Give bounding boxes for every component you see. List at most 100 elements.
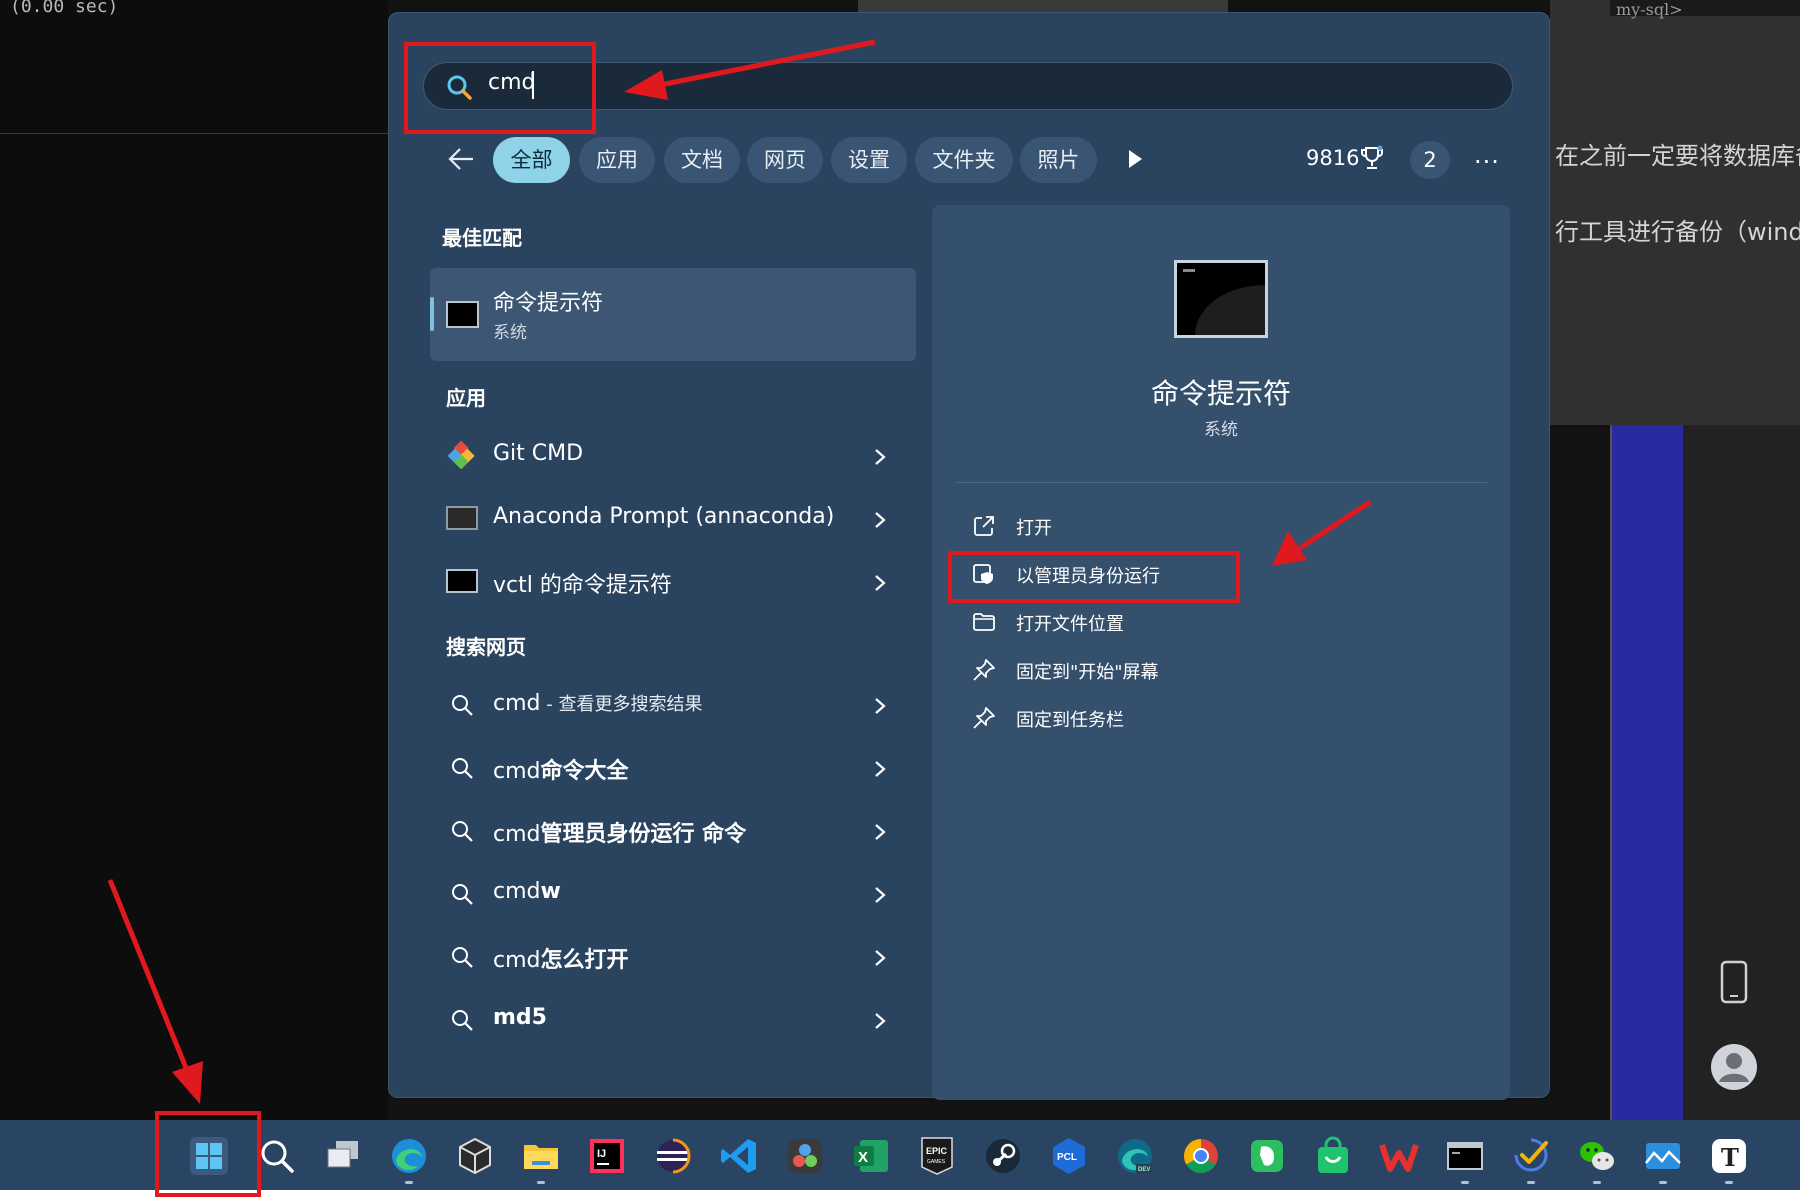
svg-text:DEV: DEV — [1138, 1167, 1150, 1173]
todo-icon[interactable] — [1510, 1135, 1552, 1177]
chevron-right-icon[interactable] — [872, 884, 888, 906]
trophy-icon[interactable] — [1360, 145, 1384, 171]
action-label: 打开 — [1016, 518, 1052, 539]
pin-icon — [973, 659, 995, 681]
chevron-right-icon[interactable] — [872, 509, 888, 531]
open-external-icon — [974, 516, 994, 536]
annotation-box-run-as-admin — [948, 551, 1240, 603]
section-web-search: 搜索网页 — [446, 635, 526, 659]
console-divider — [0, 133, 388, 134]
search-icon — [452, 884, 473, 905]
list-item-label: Git CMD — [493, 441, 584, 466]
list-item-label: Anaconda Prompt (annaconda) — [493, 504, 835, 529]
running-indicator — [537, 1181, 545, 1184]
back-arrow-icon[interactable] — [447, 145, 475, 173]
web-result-label: cmdw — [493, 879, 561, 904]
git-cmd-icon — [447, 441, 475, 469]
excel-icon[interactable]: X — [850, 1135, 892, 1177]
web-result-label: cmd - 查看更多搜索结果 — [493, 691, 703, 716]
typora-icon[interactable]: T — [1708, 1135, 1750, 1177]
preview-title: 命令提示符 — [1150, 377, 1291, 410]
best-match-subtitle: 系统 — [493, 323, 527, 343]
chevron-right-icon[interactable] — [872, 446, 888, 468]
edge-dev-icon[interactable]: DEV — [1114, 1135, 1156, 1177]
avatar-icon[interactable] — [1710, 1043, 1758, 1091]
steam-icon[interactable] — [982, 1135, 1024, 1177]
web-result-label: cmd命令大全 — [493, 759, 629, 784]
anaconda-prompt-icon — [446, 506, 478, 530]
background-side-strip — [1683, 425, 1800, 1120]
folder-icon — [973, 613, 995, 631]
background-console — [0, 0, 388, 1120]
annotation-box-start — [155, 1111, 261, 1197]
photos-icon[interactable] — [1642, 1135, 1684, 1177]
section-best-match: 最佳匹配 — [442, 226, 522, 250]
preview-divider — [955, 482, 1487, 483]
pin-icon — [973, 707, 995, 729]
tab-folders[interactable]: 文件夹 — [915, 137, 1013, 183]
chevron-right-icon[interactable] — [872, 821, 888, 843]
running-indicator — [1461, 1181, 1469, 1184]
wechat-icon[interactable] — [1576, 1135, 1618, 1177]
chrome-icon[interactable] — [1180, 1135, 1222, 1177]
unity-icon[interactable] — [454, 1135, 496, 1177]
svg-text:IJ: IJ — [597, 1148, 606, 1160]
evernote-icon[interactable] — [1246, 1135, 1288, 1177]
chevron-right-icon[interactable] — [872, 947, 888, 969]
more-options-icon[interactable]: ··· — [1474, 148, 1500, 176]
search-icon — [452, 821, 473, 842]
search-icon — [452, 947, 473, 968]
web-result-label: cmd怎么打开 — [493, 948, 629, 973]
action-label: 固定到"开始"屏幕 — [1016, 662, 1159, 683]
shopping-bag-icon[interactable] — [1312, 1135, 1354, 1177]
chevron-right-icon[interactable] — [872, 1010, 888, 1032]
file-explorer-icon[interactable] — [520, 1135, 562, 1177]
notification-badge[interactable]: 2 — [1410, 141, 1450, 179]
selection-indicator — [430, 297, 434, 331]
document-line-1: 在之前一定要将数据库备 — [1555, 142, 1800, 170]
action-label: 固定到任务栏 — [1016, 710, 1124, 731]
davinci-icon[interactable] — [784, 1135, 826, 1177]
terminal-icon[interactable] — [1444, 1135, 1486, 1177]
intellij-icon[interactable]: IJ — [586, 1135, 628, 1177]
running-indicator — [405, 1181, 413, 1184]
tab-all[interactable]: 全部 — [493, 137, 570, 183]
document-line-2: 行工具进行备份（window — [1555, 218, 1800, 246]
best-match-name: 命令提示符 — [493, 291, 604, 316]
chevron-right-icon[interactable] — [872, 758, 888, 780]
eclipse-icon[interactable] — [652, 1135, 694, 1177]
vscode-icon[interactable] — [718, 1135, 760, 1177]
list-item-label: vctl 的命令提示符 — [493, 573, 672, 598]
rewards-points: 9816 — [1306, 146, 1360, 170]
cmd-large-icon — [1174, 260, 1268, 338]
svg-text:T: T — [1721, 1143, 1739, 1172]
svg-text:X: X — [858, 1149, 868, 1166]
annotation-box-search — [404, 42, 596, 134]
cmd-icon — [446, 301, 479, 328]
tab-apps[interactable]: 应用 — [579, 137, 655, 183]
task-view-icon[interactable] — [322, 1135, 364, 1177]
tab-web[interactable]: 网页 — [747, 137, 823, 183]
running-indicator — [1659, 1181, 1667, 1184]
tab-photos[interactable]: 照片 — [1020, 137, 1097, 183]
background-blue-panel — [1610, 425, 1685, 1120]
epic-games-icon[interactable]: EPIC GAMES — [916, 1135, 958, 1177]
running-indicator — [1725, 1181, 1733, 1184]
background-strip — [858, 0, 1228, 12]
search-icon[interactable] — [256, 1135, 298, 1177]
phone-icon[interactable] — [1720, 960, 1748, 1004]
pcl-icon[interactable]: PCL — [1048, 1135, 1090, 1177]
tab-settings[interactable]: 设置 — [831, 137, 907, 183]
section-apps: 应用 — [446, 386, 486, 410]
play-icon[interactable] — [1126, 148, 1144, 170]
tab-documents[interactable]: 文档 — [664, 137, 740, 183]
chevron-right-icon[interactable] — [872, 572, 888, 594]
action-label: 打开文件位置 — [1016, 614, 1124, 635]
preview-subtitle: 系统 — [1204, 420, 1238, 440]
edge-icon[interactable] — [388, 1135, 430, 1177]
wps-icon[interactable] — [1378, 1135, 1420, 1177]
web-result-label: md5 — [493, 1005, 547, 1030]
running-indicator — [1593, 1181, 1601, 1184]
search-icon — [452, 695, 473, 716]
chevron-right-icon[interactable] — [872, 695, 888, 717]
